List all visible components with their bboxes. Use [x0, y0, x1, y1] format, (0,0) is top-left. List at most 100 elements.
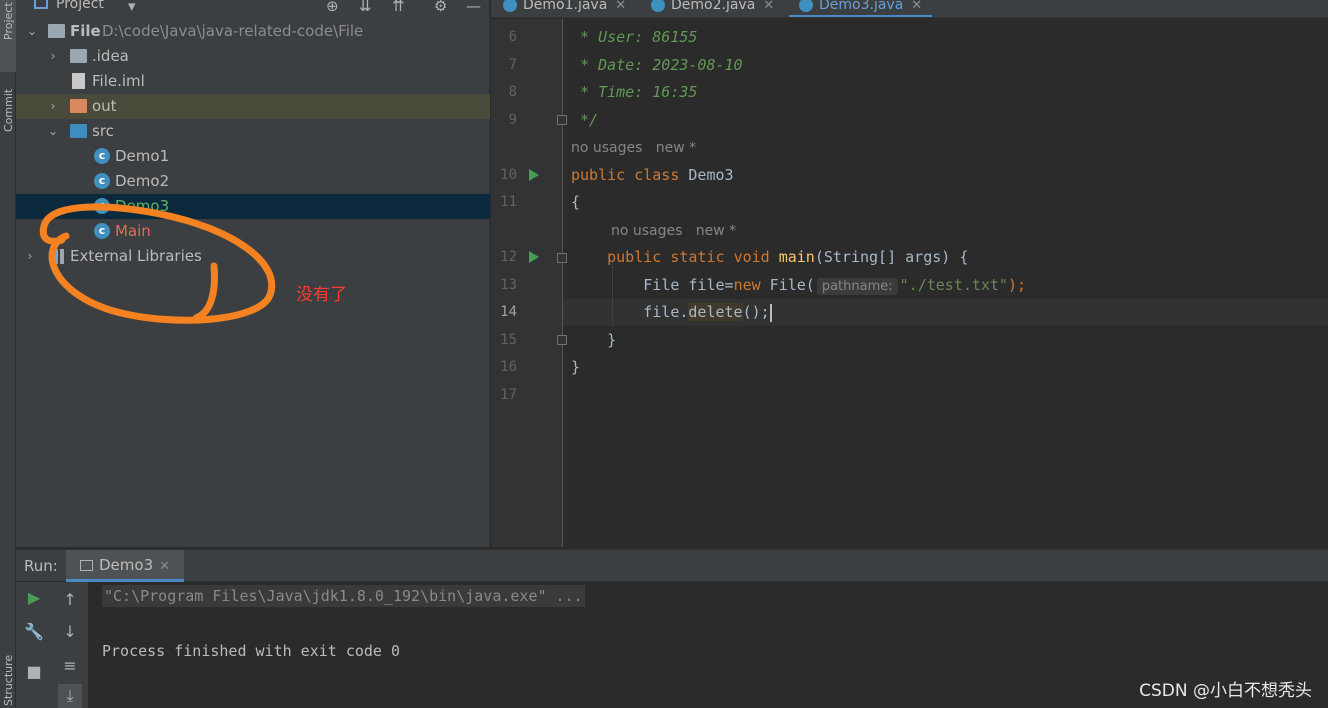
keyword: class: [634, 166, 680, 184]
code-line-11: {: [571, 193, 581, 211]
chevron-down-icon[interactable]: ⌄: [47, 119, 59, 144]
chevron-right-icon[interactable]: ›: [47, 44, 59, 69]
run-panel-label: Run:: [24, 557, 58, 575]
line-number: 14: [500, 304, 517, 320]
close-icon[interactable]: ✕: [911, 0, 922, 13]
fold-marker-icon[interactable]: [557, 115, 567, 125]
left-tool-strip: Project Commit Structure: [0, 0, 16, 708]
line-number: 12: [500, 249, 517, 265]
run-class-icon[interactable]: [529, 169, 539, 181]
class-name: Demo3: [688, 166, 734, 184]
run-tab-label: Demo3: [99, 556, 154, 574]
scroll-to-end-icon[interactable]: ⤓: [58, 684, 82, 708]
tree-item-label: .idea: [92, 47, 129, 65]
gear-icon[interactable]: ⚙: [434, 0, 447, 15]
project-view-selector[interactable]: Project: [56, 0, 104, 12]
keyword: void: [733, 248, 770, 266]
code-line-14: file.delete();: [571, 299, 772, 326]
excluded-folder-icon: [70, 99, 87, 113]
usages-hint[interactable]: no usages new *: [611, 223, 736, 239]
chevron-right-icon[interactable]: ›: [24, 244, 36, 269]
console-exit-line: Process finished with exit code 0: [102, 642, 401, 660]
usages-hint-text: no usages: [611, 223, 683, 239]
hide-panel-icon[interactable]: —: [466, 0, 481, 15]
structure-tool-tab[interactable]: Structure: [0, 640, 16, 708]
run-toolbar: ▶ ↑ 🔧 ↓ ■ ≡ ⤓: [16, 582, 88, 708]
line-number: 9: [508, 112, 517, 128]
string-literal: "./test.txt": [899, 276, 1009, 294]
tree-item-file-iml[interactable]: File.iml: [16, 69, 490, 94]
code-line-13: File file=new File(pathname: "./test.txt"…: [571, 272, 1026, 299]
line-number: 16: [500, 359, 517, 375]
close-icon[interactable]: ✕: [763, 0, 774, 13]
keyword: public: [571, 166, 626, 184]
close-icon[interactable]: ✕: [615, 0, 626, 13]
tree-item-main[interactable]: c Main: [16, 219, 490, 244]
editor-tab-bar: Demo1.java ✕ Demo2.java ✕ Demo3.java ✕: [491, 0, 1328, 18]
tree-item-label: src: [92, 122, 114, 140]
fold-marker-icon[interactable]: [557, 253, 567, 263]
code-line-6: * User: 86155: [571, 28, 698, 46]
parameter-inlay-hint: pathname:: [816, 278, 898, 295]
collapse-all-icon[interactable]: ⇈: [392, 0, 405, 15]
tab-demo3-java[interactable]: Demo3.java ✕: [789, 0, 933, 17]
tab-label: Demo1.java: [523, 0, 608, 13]
project-panel: Project ▾ ⊕ ⇊ ⇈ ⚙ — ⌄ File D:\code\Java\…: [16, 0, 490, 547]
code-line-12: public static void main(String[] args) {: [571, 244, 968, 271]
tree-item-demo2[interactable]: c Demo2: [16, 169, 490, 194]
tree-item-label: out: [92, 97, 117, 115]
usages-hint[interactable]: no usages new *: [571, 140, 696, 156]
tree-item-out[interactable]: › out: [16, 94, 490, 119]
down-arrow-icon[interactable]: ↓: [58, 620, 82, 644]
wrench-icon[interactable]: 🔧: [22, 620, 46, 644]
line-number: 11: [500, 194, 517, 210]
punctuation: ();: [742, 303, 770, 321]
line-number: 8: [508, 84, 517, 100]
close-icon[interactable]: ✕: [159, 559, 170, 574]
source-folder-icon: [70, 124, 87, 138]
code-line-7: * Date: 2023-08-10: [571, 56, 743, 74]
up-arrow-icon[interactable]: ↑: [58, 588, 82, 612]
project-panel-header: Project ▾ ⊕ ⇊ ⇈ ⚙ —: [16, 0, 490, 16]
editor-gutter: 6 7 8 9 10 11 12 13 14 15 16 17: [491, 19, 567, 547]
run-tab-demo3[interactable]: Demo3 ✕: [66, 550, 185, 582]
method-name: main: [778, 248, 815, 266]
tab-demo1-java[interactable]: Demo1.java ✕: [503, 0, 626, 17]
fold-marker-icon[interactable]: [557, 335, 567, 345]
chevron-down-icon[interactable]: ▾: [128, 0, 136, 15]
tree-item-src[interactable]: ⌄ src: [16, 119, 490, 144]
punctuation: );: [1008, 276, 1027, 294]
tree-item-label: External Libraries: [70, 247, 202, 265]
code-line-16: }: [571, 358, 581, 376]
chevron-down-icon[interactable]: ⌄: [26, 19, 38, 44]
code-line-15: }: [571, 331, 617, 349]
run-main-icon[interactable]: [529, 251, 539, 263]
tree-item-file-module[interactable]: ⌄ File D:\code\Java\java-related-code\Fi…: [16, 19, 490, 44]
keyword: static: [670, 248, 725, 266]
tree-item-external-libraries[interactable]: › External Libraries: [16, 244, 490, 269]
stop-icon[interactable]: ■: [22, 660, 46, 684]
locate-file-icon[interactable]: ⊕: [326, 0, 339, 15]
annotation-text: 没有了: [296, 285, 347, 305]
project-tool-tab[interactable]: Project: [0, 0, 16, 72]
method-call: delete: [688, 303, 743, 321]
tree-item-label: File: [70, 22, 101, 40]
java-class-icon: [651, 0, 665, 12]
line-number: 13: [500, 277, 517, 293]
rerun-icon[interactable]: ▶: [22, 586, 46, 610]
iml-file-icon: [72, 73, 85, 89]
tree-item-demo3[interactable]: c Demo3: [16, 194, 490, 219]
tree-item-label: File.iml: [92, 72, 145, 90]
library-icon: [50, 249, 64, 264]
expand-all-icon[interactable]: ⇊: [359, 0, 372, 15]
commit-tool-tab[interactable]: Commit: [0, 80, 16, 150]
soft-wrap-icon[interactable]: ≡: [58, 654, 82, 678]
tree-item-demo1[interactable]: c Demo1: [16, 144, 490, 169]
code-line-8: * Time: 16:35: [571, 83, 698, 101]
chevron-right-icon[interactable]: ›: [47, 94, 59, 119]
tree-item-idea[interactable]: › .idea: [16, 44, 490, 69]
code-editor[interactable]: 6 7 8 9 10 11 12 13 14 15 16 17 * User: …: [491, 19, 1328, 547]
tree-item-label: Main: [115, 222, 151, 240]
keyword: new: [733, 276, 761, 294]
tab-demo2-java[interactable]: Demo2.java ✕: [651, 0, 774, 17]
